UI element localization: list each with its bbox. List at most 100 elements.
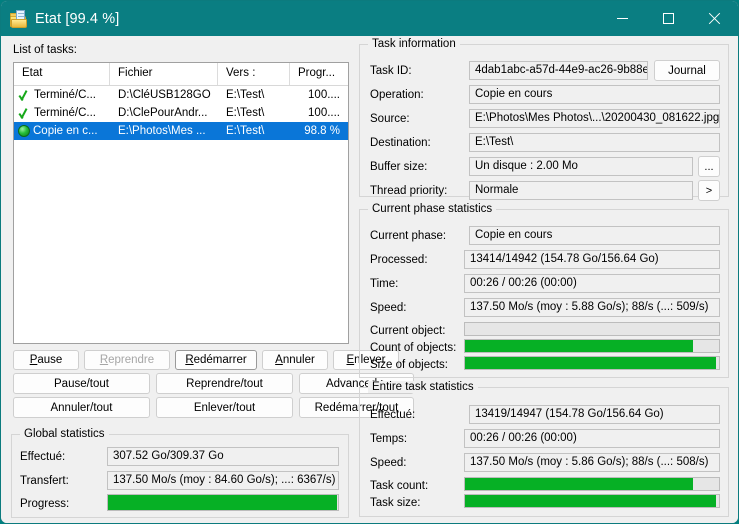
table-row[interactable]: Terminé/C... D:\CléUSB128GO E:\Test\ 100… — [14, 86, 348, 104]
maximize-icon — [662, 13, 674, 24]
cell-vers: E:\Test\ — [226, 125, 265, 137]
global-statistics-title: Global statistics — [20, 428, 109, 440]
table-row[interactable]: Terminé/C... D:\ClePourAndr... E:\Test\ … — [14, 104, 348, 122]
processed-value: 13414/14942 (154.78 Go/156.64 Go) — [464, 250, 720, 269]
entire-temps-label: Temps: — [370, 433, 408, 445]
priority-next-button[interactable]: > — [698, 180, 720, 201]
task-list-header: Etat Fichier Vers : Progr... — [14, 63, 348, 86]
cell-fichier: E:\Photos\Mes ... — [118, 125, 206, 137]
pause-all-button[interactable]: Pause/tout — [13, 373, 150, 394]
task-information-group: Task information Task ID: 4dab1abc-a57d-… — [359, 38, 729, 201]
buffer-size-value: Un disque : 2.00 Mo — [469, 157, 693, 176]
title-bar[interactable]: Etat [99.4 %] — [1, 1, 738, 36]
current-object-progress-bar — [464, 322, 720, 336]
copy-folder-icon — [10, 9, 28, 28]
restart-button[interactable]: Redémarrer — [175, 350, 257, 370]
entire-effectue-label: Effectué: — [370, 409, 416, 421]
speed-label: Speed: — [370, 302, 407, 314]
count-of-objects-progress-bar — [464, 339, 720, 353]
cancel-button[interactable]: Annuler — [262, 350, 328, 370]
green-sphere-icon — [18, 125, 30, 137]
time-label: Time: — [370, 278, 399, 290]
minimize-icon — [616, 18, 628, 19]
count-of-objects-label: Count of objects: — [370, 342, 457, 354]
task-size-progress-fill — [465, 495, 716, 507]
global-progress-label: Progress: — [20, 498, 70, 510]
global-effectue-value: 307.52 Go/309.37 Go — [107, 447, 339, 466]
task-list[interactable]: Etat Fichier Vers : Progr... Terminé/C..… — [13, 62, 349, 344]
pause-button[interactable]: Pause — [13, 350, 79, 370]
window-controls — [599, 1, 738, 36]
global-progress-fill — [108, 495, 337, 510]
buffer-size-label: Buffer size: — [370, 161, 428, 173]
task-count-progress-fill — [465, 478, 694, 490]
source-value: E:\Photos\Mes Photos\...\20200430_081622… — [469, 109, 720, 128]
cell-etat-label: Terminé/C... — [34, 89, 96, 101]
current-phase-statistics-group: Current phase statistics Current phase: … — [359, 203, 729, 378]
cell-etat-label: Terminé/C... — [34, 107, 96, 119]
task-size-label: Task size: — [370, 497, 421, 509]
global-statistics-group: Global statistics Effectué: 307.52 Go/30… — [11, 428, 349, 518]
column-header-etat[interactable]: Etat — [14, 63, 110, 85]
current-phase-value: Copie en cours — [469, 226, 720, 245]
journal-button[interactable]: Journal — [654, 60, 720, 81]
cell-fichier: D:\ClePourAndr... — [118, 107, 208, 119]
client-area: List of tasks: Etat Fichier Vers : Progr… — [1, 36, 738, 523]
task-id-value: 4dab1abc-a57d-44e9-ac26-9b88ed — [469, 61, 648, 80]
cell-etat: Terminé/C... — [14, 107, 110, 120]
cell-fichier: D:\CléUSB128GO — [118, 89, 211, 101]
thread-priority-label: Thread priority: — [370, 185, 448, 197]
green-check-icon — [18, 107, 31, 120]
task-information-title: Task information — [368, 38, 460, 50]
entire-effectue-value: 13419/14947 (154.78 Go/156.64 Go) — [469, 405, 720, 424]
close-icon — [708, 12, 721, 25]
list-of-tasks-label: List of tasks: — [13, 44, 77, 56]
task-count-progress-bar — [464, 477, 720, 491]
cell-etat: Terminé/C... — [14, 89, 110, 102]
cancel-all-button[interactable]: Annuler/tout — [13, 397, 150, 418]
cell-etat-label: Copie en c... — [33, 125, 98, 137]
maximize-button[interactable] — [645, 1, 691, 36]
cell-etat: Copie en c... — [14, 125, 110, 137]
operation-label: Operation: — [370, 89, 424, 101]
buffer-browse-button[interactable]: ... — [698, 156, 720, 177]
destination-label: Destination: — [370, 137, 431, 149]
thread-priority-value: Normale — [469, 181, 693, 200]
size-of-objects-progress-bar — [464, 356, 720, 370]
entire-temps-value: 00:26 / 00:26 (00:00) — [464, 429, 720, 448]
column-header-fichier[interactable]: Fichier — [110, 63, 218, 85]
operation-value: Copie en cours — [469, 85, 720, 104]
entire-task-statistics-title: Entire task statistics — [368, 381, 478, 393]
task-size-progress-bar — [464, 494, 720, 508]
resume-button[interactable]: Reprendre — [84, 350, 170, 370]
remove-all-button[interactable]: Enlever/tout — [156, 397, 293, 418]
cell-progress: 100.... — [308, 89, 340, 101]
column-header-progress[interactable]: Progr... — [290, 63, 348, 85]
current-phase-statistics-title: Current phase statistics — [368, 203, 497, 215]
minimize-button[interactable] — [599, 1, 645, 36]
close-button[interactable] — [691, 1, 737, 36]
processed-label: Processed: — [370, 254, 428, 266]
current-phase-label: Current phase: — [370, 230, 447, 242]
green-check-icon — [18, 89, 31, 102]
cell-progress: 98.8 % — [304, 125, 340, 137]
size-of-objects-label: Size of objects: — [370, 359, 448, 371]
destination-value: E:\Test\ — [469, 133, 720, 152]
task-id-label: Task ID: — [370, 65, 412, 77]
table-row-selected[interactable]: Copie en c... E:\Photos\Mes ... E:\Test\… — [14, 122, 348, 140]
current-object-label: Current object: — [370, 325, 446, 337]
task-count-label: Task count: — [370, 480, 429, 492]
global-transfert-value: 137.50 Mo/s (moy : 84.60 Go/s); ...: 636… — [107, 471, 339, 490]
global-effectue-label: Effectué: — [20, 451, 66, 463]
entire-speed-label: Speed: — [370, 457, 407, 469]
source-label: Source: — [370, 113, 410, 125]
column-header-vers[interactable]: Vers : — [218, 63, 290, 85]
global-progress-bar — [107, 494, 339, 511]
time-value: 00:26 / 00:26 (00:00) — [464, 274, 720, 293]
size-of-objects-progress-fill — [465, 357, 716, 369]
global-transfert-label: Transfert: — [20, 475, 69, 487]
cell-vers: E:\Test\ — [226, 89, 265, 101]
count-of-objects-progress-fill — [465, 340, 694, 352]
resume-all-button[interactable]: Reprendre/tout — [156, 373, 293, 394]
cell-progress: 100.... — [308, 107, 340, 119]
